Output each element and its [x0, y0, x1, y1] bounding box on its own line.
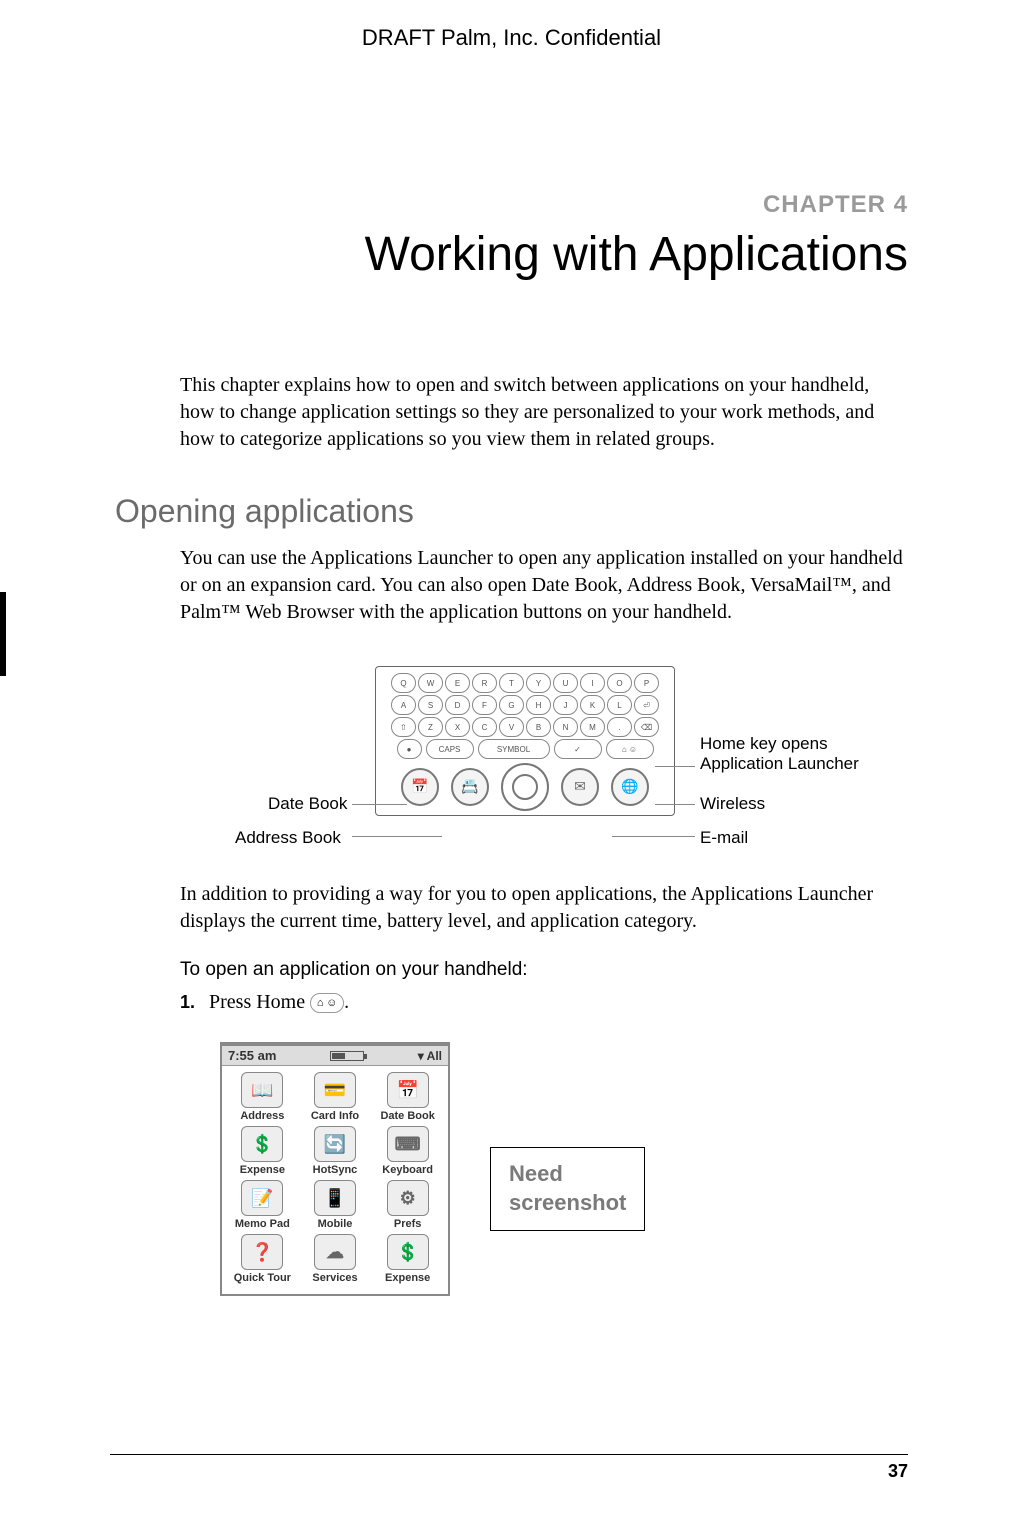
- app-icon: 💲: [241, 1126, 283, 1162]
- chapter-label: CHAPTER 4: [115, 191, 908, 219]
- app-memopad: 📝Memo Pad: [226, 1180, 299, 1230]
- key: O: [607, 673, 632, 693]
- procedure-title: To open an application on your handheld:: [180, 959, 908, 981]
- key: A: [391, 695, 416, 715]
- battery-icon: [330, 1051, 364, 1061]
- callout-datebook: Date Book: [268, 794, 347, 814]
- key: M: [580, 717, 605, 737]
- key: B: [526, 717, 551, 737]
- navigator-button-icon: [501, 763, 549, 811]
- home-icon: ⌂ ☺: [310, 993, 344, 1013]
- key: Q: [391, 673, 416, 693]
- key: ⌫: [634, 717, 659, 737]
- callout-home-1: Home key opens: [700, 734, 828, 754]
- app-quicktour: ❓Quick Tour: [226, 1234, 299, 1284]
- app-hotsync: 🔄HotSync: [299, 1126, 372, 1176]
- app-keyboard: ⌨Keyboard: [371, 1126, 444, 1176]
- key-caps: CAPS: [426, 739, 474, 759]
- key: C: [472, 717, 497, 737]
- key: D: [445, 695, 470, 715]
- section-para-2: In addition to providing a way for you t…: [180, 881, 908, 935]
- key: R: [472, 673, 497, 693]
- key: .: [607, 717, 632, 737]
- key: P: [634, 673, 659, 693]
- key: S: [418, 695, 443, 715]
- keyboard-illustration: Q W E R T Y U I O P A S D F G H J K L: [375, 666, 675, 816]
- key-home: ⌂ ☺: [606, 739, 654, 759]
- key: ⏎: [634, 695, 659, 715]
- app-icon: 💳: [314, 1072, 356, 1108]
- app-services: ☁Services: [299, 1234, 372, 1284]
- key: X: [445, 717, 470, 737]
- app-icon: 📝: [241, 1180, 283, 1216]
- key: N: [553, 717, 578, 737]
- app-mobile: 📱Mobile: [299, 1180, 372, 1230]
- app-icon: ⌨: [387, 1126, 429, 1162]
- launcher-category: ▾ All: [418, 1049, 442, 1063]
- key-symbol: SYMBOL: [478, 739, 550, 759]
- app-cardinfo: 💳Card Info: [299, 1072, 372, 1122]
- handheld-diagram: Q W E R T Y U I O P A S D F G H J K L: [180, 666, 908, 861]
- section-heading: Opening applications: [115, 493, 908, 530]
- datebook-button-icon: 📅: [401, 768, 439, 806]
- callout-email: E-mail: [700, 828, 748, 848]
- section-para-1: You can use the Applications Launcher to…: [180, 545, 908, 626]
- key: K: [580, 695, 605, 715]
- header-confidential: DRAFT Palm, Inc. Confidential: [115, 25, 908, 51]
- app-expense: 💲Expense: [226, 1126, 299, 1176]
- email-button-icon: ✉: [561, 768, 599, 806]
- launcher-screenshot: 7:55 am ▾ All 📖Address 💳Card Info 📅Date …: [220, 1042, 450, 1296]
- app-icon: 📅: [387, 1072, 429, 1108]
- key-check: ✓: [554, 739, 602, 759]
- step-number: 1.: [180, 992, 195, 1013]
- key: I: [580, 673, 605, 693]
- key: Z: [418, 717, 443, 737]
- key: E: [445, 673, 470, 693]
- key: H: [526, 695, 551, 715]
- key: Y: [526, 673, 551, 693]
- app-expense2: 💲Expense: [371, 1234, 444, 1284]
- need-screenshot-note: Need screenshot: [490, 1147, 645, 1230]
- launcher-grid: 📖Address 💳Card Info 📅Date Book 💲Expense …: [222, 1066, 448, 1294]
- app-icon: 🔄: [314, 1126, 356, 1162]
- callout-wireless: Wireless: [700, 794, 765, 814]
- app-address: 📖Address: [226, 1072, 299, 1122]
- app-icon: ⚙: [387, 1180, 429, 1216]
- page-number: 37: [110, 1461, 908, 1482]
- key-fn: ●: [397, 739, 422, 759]
- step-1: 1. Press Home ⌂ ☺.: [180, 991, 908, 1014]
- app-icon: 💲: [387, 1234, 429, 1270]
- page-footer: 37: [110, 1454, 908, 1482]
- app-icon: 📱: [314, 1180, 356, 1216]
- wireless-button-icon: 🌐: [611, 768, 649, 806]
- key: J: [553, 695, 578, 715]
- key: ⇧: [391, 717, 416, 737]
- addressbook-button-icon: 📇: [451, 768, 489, 806]
- key: G: [499, 695, 524, 715]
- launcher-time: 7:55 am: [228, 1048, 276, 1063]
- key: V: [499, 717, 524, 737]
- callout-home-2: Application Launcher: [700, 754, 859, 774]
- app-icon: 📖: [241, 1072, 283, 1108]
- callout-addressbook: Address Book: [235, 828, 341, 848]
- app-prefs: ⚙Prefs: [371, 1180, 444, 1230]
- key: F: [472, 695, 497, 715]
- chapter-title: Working with Applications: [115, 227, 908, 282]
- intro-paragraph: This chapter explains how to open and sw…: [180, 372, 908, 453]
- step-text: Press Home ⌂ ☺.: [209, 991, 349, 1014]
- app-icon: ❓: [241, 1234, 283, 1270]
- key: T: [499, 673, 524, 693]
- app-icon: ☁: [314, 1234, 356, 1270]
- key: W: [418, 673, 443, 693]
- app-datebook: 📅Date Book: [371, 1072, 444, 1122]
- revision-bar: [0, 592, 6, 676]
- key: L: [607, 695, 632, 715]
- key: U: [553, 673, 578, 693]
